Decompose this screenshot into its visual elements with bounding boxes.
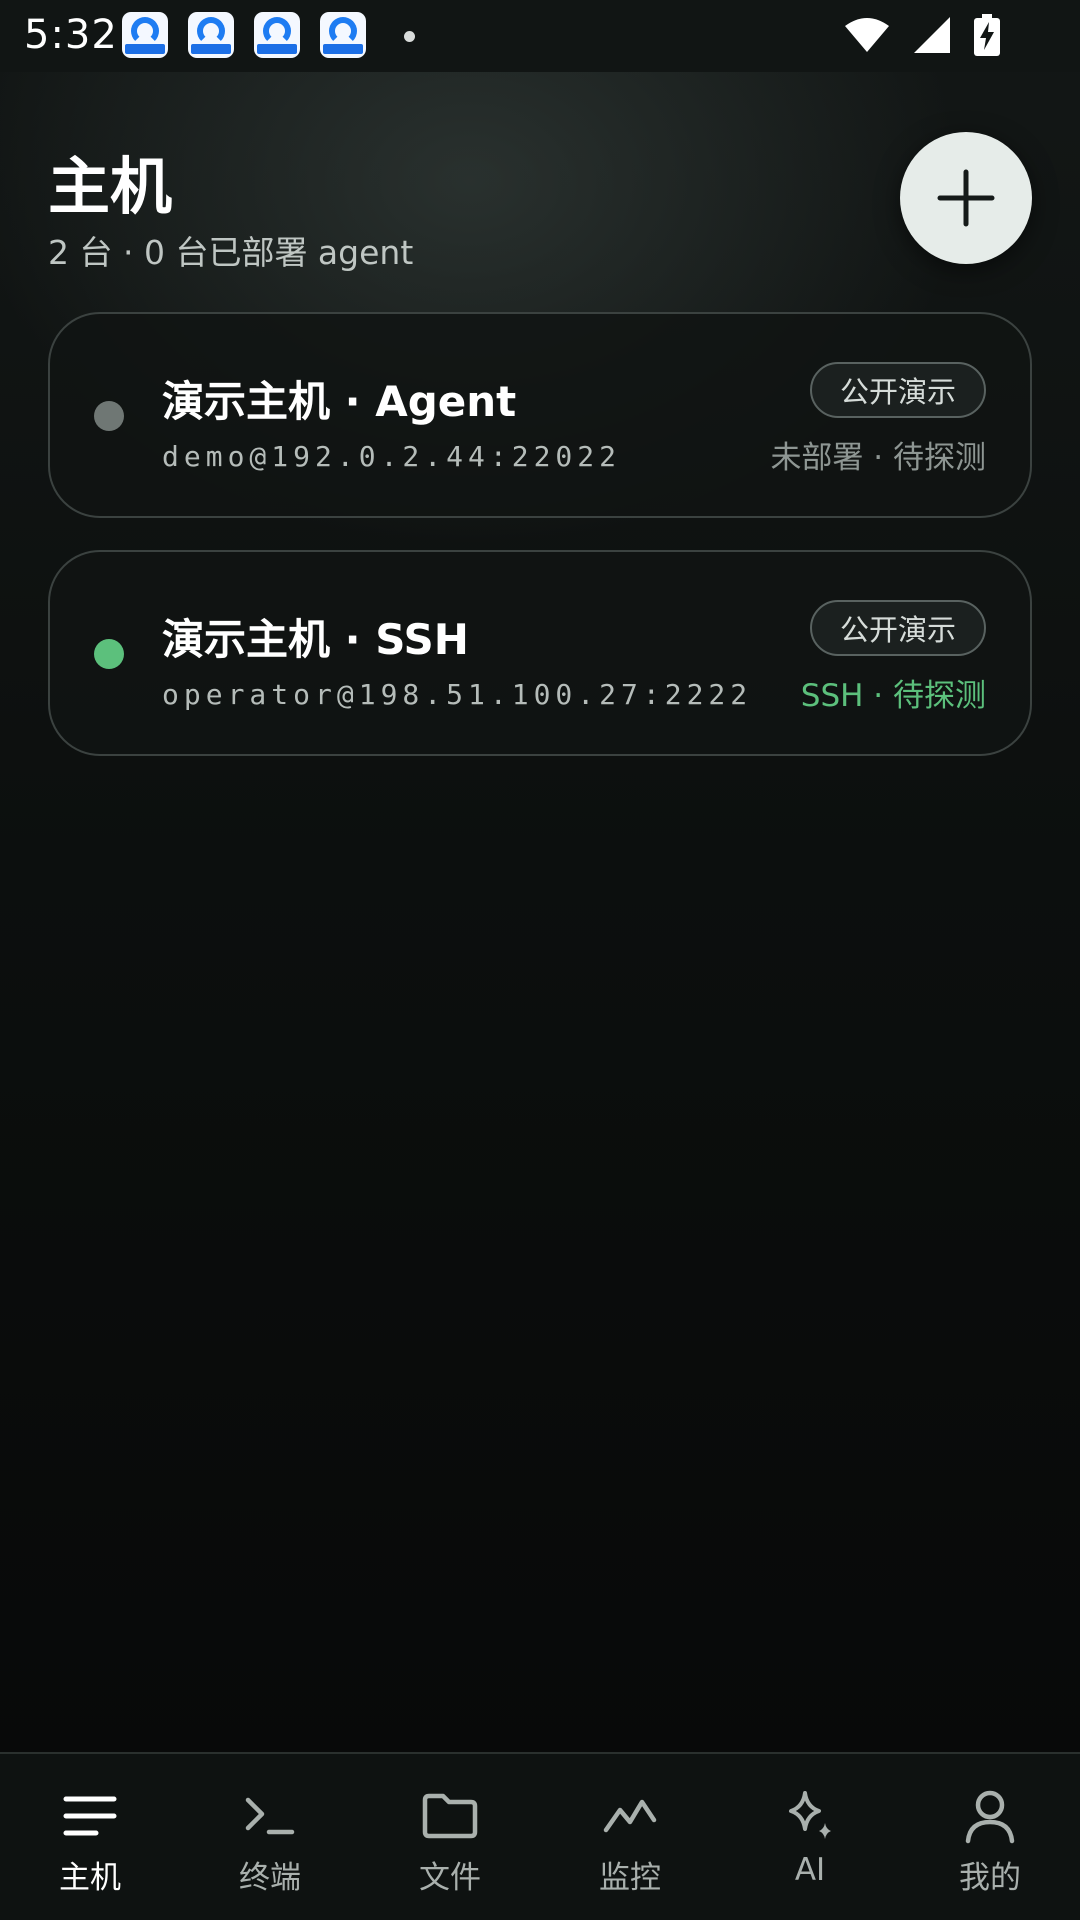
plus-icon (937, 169, 995, 227)
host-address: demo@192.0.2.44:22022 (162, 440, 622, 473)
host-card[interactable]: 演示主机 · Agent demo@192.0.2.44:22022 公开演示 … (48, 312, 1032, 518)
host-summary: 2 台 · 0 台已部署 agent (48, 233, 414, 272)
app-icon (188, 12, 234, 58)
host-state: 未部署 · 待探测 (770, 440, 986, 476)
nav-label: 主机 (59, 1860, 121, 1896)
app-icon (320, 12, 366, 58)
nav-tab-terminal[interactable]: 终端 (180, 1754, 360, 1920)
nav-label: AI (794, 1852, 826, 1888)
nav-label: 终端 (239, 1860, 301, 1896)
status-bar: 5:32 (0, 0, 1080, 72)
nav-tab-monitor[interactable]: 监控 (540, 1754, 720, 1920)
menu-lines-icon (60, 1788, 120, 1844)
host-name: 演示主机 · Agent (162, 377, 517, 426)
terminal-icon (240, 1788, 300, 1844)
battery-charging-icon (974, 14, 1000, 56)
person-icon (960, 1788, 1020, 1844)
wifi-icon (845, 18, 889, 52)
nav-label: 文件 (419, 1860, 481, 1896)
add-host-button[interactable] (900, 132, 1032, 264)
status-time: 5:32 (24, 12, 118, 58)
nav-label: 监控 (599, 1860, 661, 1896)
public-demo-badge: 公开演示 (809, 362, 986, 418)
system-icons (844, 14, 1000, 56)
nav-label: 我的 (959, 1860, 1021, 1896)
chart-line-icon (600, 1788, 660, 1844)
host-name: 演示主机 · SSH (162, 615, 469, 664)
sparkle-icon (780, 1788, 840, 1844)
status-indicator (94, 639, 124, 669)
app-icon (122, 12, 168, 58)
nav-tab-profile[interactable]: 我的 (900, 1754, 1080, 1920)
nav-tab-files[interactable]: 文件 (360, 1754, 540, 1920)
host-state: SSH · 待探测 (800, 678, 986, 714)
public-demo-badge: 公开演示 (809, 600, 986, 656)
host-card[interactable]: 演示主机 · SSH operator@198.51.100.27:2222 公… (48, 550, 1032, 756)
folder-icon (420, 1788, 480, 1844)
nav-tab-hosts[interactable]: 主机 (0, 1754, 180, 1920)
nav-tab-ai[interactable]: AI (720, 1754, 900, 1920)
page-title: 主机 (48, 150, 173, 223)
notification-icons (122, 12, 366, 58)
status-indicator (94, 401, 124, 431)
more-notifications-dot (404, 31, 415, 42)
signal-icon (914, 17, 950, 53)
bottom-nav: 主机 终端 文件 监控 AI 我的 (0, 1752, 1080, 1920)
host-address: operator@198.51.100.27:2222 (162, 678, 753, 711)
app-icon (254, 12, 300, 58)
screen: 5:32 主机 2 台 · 0 台已部署 agent 演示主机 · Agent … (0, 0, 1080, 1920)
